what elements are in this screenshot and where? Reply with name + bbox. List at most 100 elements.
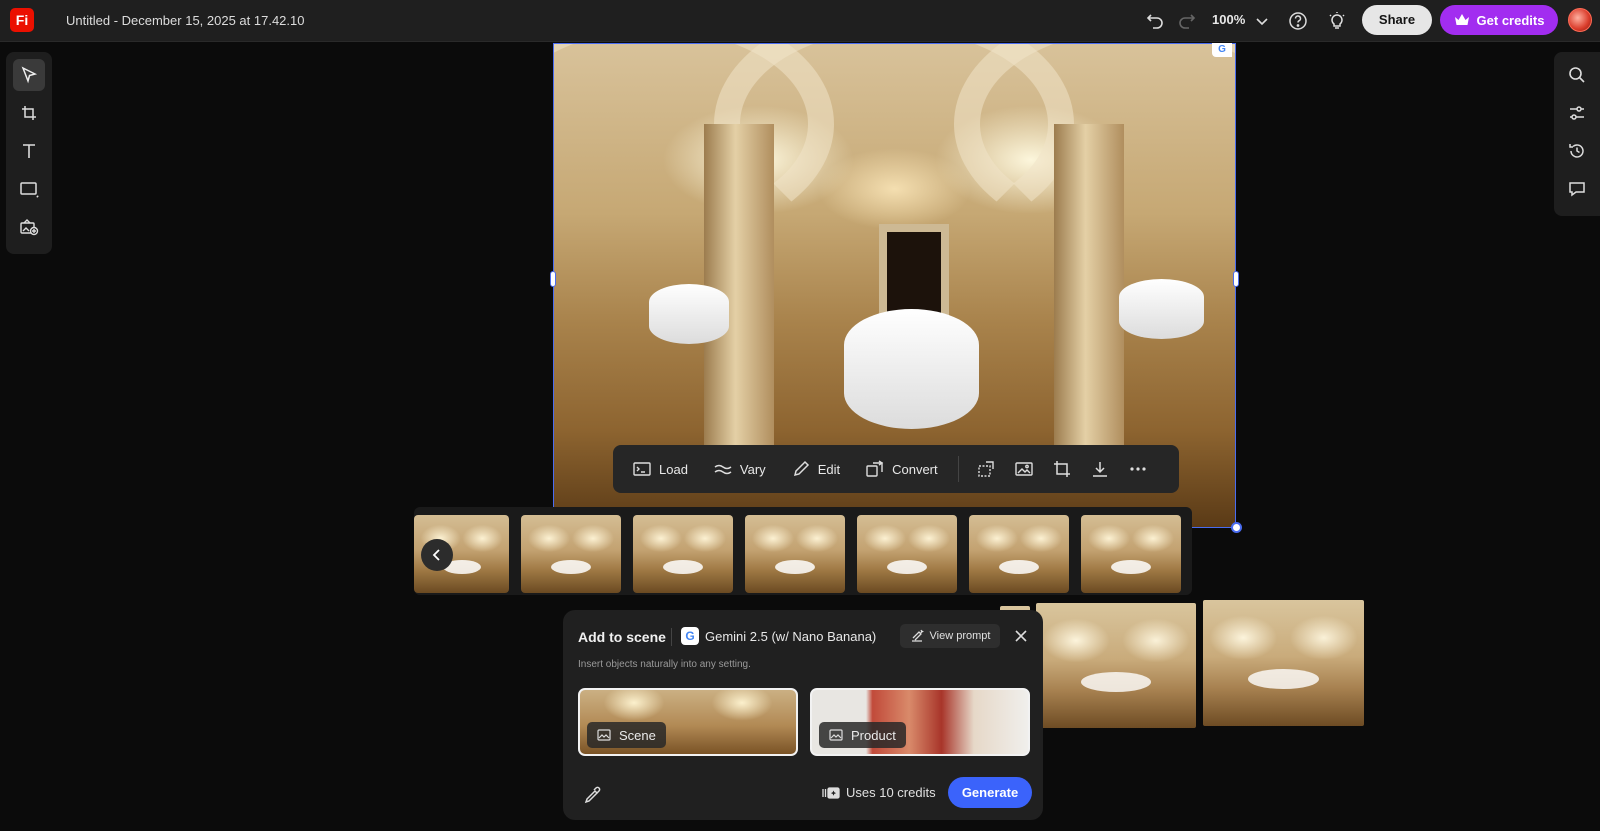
select-tool[interactable] bbox=[13, 59, 45, 91]
waves-icon bbox=[714, 464, 732, 475]
frame-icon bbox=[22, 106, 36, 120]
panel-subtitle: Insert objects naturally into any settin… bbox=[578, 659, 751, 670]
get-credits-button[interactable]: Get credits bbox=[1440, 5, 1558, 35]
rectangle-icon bbox=[20, 182, 39, 198]
edit-label: Edit bbox=[817, 461, 841, 477]
add-to-scene-panel: Add to scene G Gemini 2.5 (w/ Nano Banan… bbox=[563, 610, 1043, 820]
adjustments-tool[interactable] bbox=[1561, 97, 1593, 129]
edit-button[interactable]: Edit bbox=[792, 460, 840, 478]
product-label: Product bbox=[851, 727, 896, 743]
variation-thumbnail[interactable] bbox=[857, 515, 957, 593]
top-bar: Fi Untitled - December 15, 2025 at 17.42… bbox=[0, 0, 1600, 42]
resize-handle-left[interactable] bbox=[550, 271, 556, 287]
convert-icon bbox=[866, 460, 884, 477]
crop-frame-tool[interactable] bbox=[13, 97, 45, 129]
credits-text: Uses 10 credits bbox=[846, 785, 936, 800]
share-button[interactable]: Share bbox=[1362, 5, 1432, 35]
crop-button[interactable] bbox=[1043, 460, 1081, 478]
convert-label: Convert bbox=[892, 461, 938, 477]
document-title[interactable]: Untitled - December 15, 2025 at 17.42.10 bbox=[66, 13, 304, 28]
toolbar-divider bbox=[957, 456, 959, 482]
scene-label-chip: Scene bbox=[587, 722, 666, 748]
convert-button[interactable]: Convert bbox=[866, 460, 938, 478]
vary-button[interactable]: Vary bbox=[714, 462, 766, 477]
model-selector[interactable]: Gemini 2.5 (w/ Nano Banana) bbox=[705, 629, 876, 644]
scene-card[interactable]: Scene bbox=[578, 688, 798, 756]
close-icon[interactable] bbox=[1011, 626, 1031, 646]
expand-image-icon bbox=[977, 461, 994, 477]
variation-thumbnail[interactable] bbox=[521, 515, 621, 593]
text-icon bbox=[23, 144, 35, 158]
add-media-tool[interactable] bbox=[13, 211, 45, 243]
search-tool[interactable] bbox=[1561, 59, 1593, 91]
image-toolbar: Load Vary Edit Convert bbox=[613, 445, 1179, 493]
sliders-icon bbox=[1570, 106, 1584, 120]
pencil-icon bbox=[793, 460, 809, 477]
product-label-chip: Product bbox=[819, 722, 906, 748]
more-options-button[interactable] bbox=[1119, 466, 1157, 472]
crop-icon bbox=[1053, 461, 1070, 477]
terminal-icon bbox=[633, 462, 651, 476]
redo-icon[interactable] bbox=[1175, 9, 1199, 33]
eyedropper-icon[interactable] bbox=[583, 785, 603, 805]
history-icon bbox=[1569, 144, 1584, 158]
download-button[interactable] bbox=[1081, 460, 1119, 478]
canvas-image-2[interactable] bbox=[1036, 603, 1196, 728]
panel-title: Add to scene bbox=[578, 629, 666, 645]
variation-thumbnail[interactable] bbox=[1081, 515, 1181, 593]
generate-similar-button[interactable] bbox=[967, 460, 1005, 478]
table-right bbox=[1119, 279, 1204, 339]
credits-icon bbox=[822, 786, 840, 799]
credit-usage: Uses 10 credits bbox=[822, 785, 936, 800]
image-icon bbox=[597, 729, 611, 741]
lightbulb-icon[interactable] bbox=[1325, 9, 1349, 33]
google-logo-icon: G bbox=[681, 627, 699, 645]
image-button[interactable] bbox=[1005, 461, 1043, 477]
chevron-down-icon[interactable] bbox=[1250, 9, 1274, 33]
canvas-image-3[interactable] bbox=[1203, 600, 1364, 726]
previous-button[interactable] bbox=[421, 539, 453, 571]
generate-button[interactable]: Generate bbox=[948, 777, 1032, 808]
avatar[interactable] bbox=[1568, 8, 1592, 32]
scene-label: Scene bbox=[619, 727, 656, 743]
comments-tool[interactable] bbox=[1561, 173, 1593, 205]
panel-divider bbox=[671, 628, 672, 646]
left-toolbar bbox=[6, 52, 52, 254]
zoom-level[interactable]: 100% bbox=[1212, 12, 1245, 27]
shape-tool[interactable] bbox=[13, 173, 45, 205]
image-icon bbox=[829, 729, 843, 741]
google-badge: G bbox=[1212, 43, 1232, 57]
image-add-icon bbox=[20, 219, 39, 236]
vary-label: Vary bbox=[739, 461, 766, 477]
get-credits-label: Get credits bbox=[1476, 12, 1545, 28]
view-prompt-label: View prompt bbox=[929, 630, 991, 642]
variation-thumbnail[interactable] bbox=[633, 515, 733, 593]
prompt-icon bbox=[911, 629, 924, 642]
crown-icon bbox=[1454, 14, 1469, 25]
chevron-left-icon bbox=[432, 549, 440, 561]
variations-strip bbox=[414, 507, 1192, 595]
resize-handle-right[interactable] bbox=[1233, 271, 1239, 287]
table-left bbox=[649, 284, 729, 344]
comment-icon bbox=[1569, 182, 1585, 197]
search-icon bbox=[1569, 67, 1585, 83]
history-tool[interactable] bbox=[1561, 135, 1593, 167]
download-icon bbox=[1092, 462, 1107, 477]
right-toolbar bbox=[1554, 52, 1600, 216]
view-prompt-button[interactable]: View prompt bbox=[900, 624, 1000, 648]
load-label: Load bbox=[659, 461, 688, 477]
image-icon bbox=[1014, 462, 1033, 476]
more-icon bbox=[1130, 467, 1146, 471]
text-tool[interactable] bbox=[13, 135, 45, 167]
variation-thumbnail[interactable] bbox=[745, 515, 845, 593]
cursor-icon bbox=[21, 66, 38, 84]
product-card[interactable]: Product bbox=[810, 688, 1030, 756]
variation-thumbnail[interactable] bbox=[969, 515, 1069, 593]
table-center bbox=[844, 309, 979, 429]
app-logo[interactable]: Fi bbox=[10, 8, 34, 32]
help-icon[interactable] bbox=[1286, 9, 1310, 33]
pillar-right bbox=[1054, 124, 1124, 464]
resize-handle-corner[interactable] bbox=[1231, 522, 1242, 533]
undo-icon[interactable] bbox=[1143, 9, 1167, 33]
load-button[interactable]: Load bbox=[633, 461, 688, 477]
